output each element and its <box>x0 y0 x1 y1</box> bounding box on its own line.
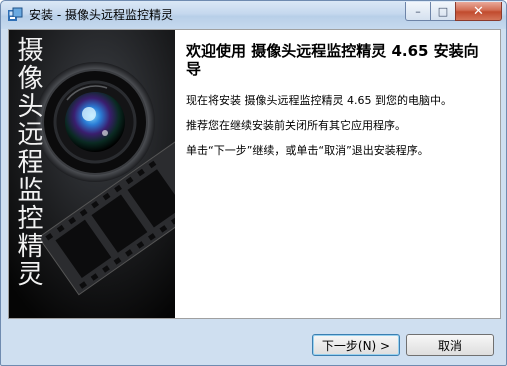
maximize-button[interactable]: □ <box>430 2 456 21</box>
minimize-icon: – <box>415 4 421 18</box>
minimize-button[interactable]: – <box>405 2 431 21</box>
close-icon: ✕ <box>473 3 484 19</box>
installer-app-icon <box>8 7 23 21</box>
cancel-button[interactable]: 取消 <box>406 334 494 356</box>
intro-text-install: 现在将安装 摄像头远程监控精灵 4.65 到您的电脑中。 <box>186 94 452 107</box>
close-button[interactable]: ✕ <box>455 2 502 21</box>
title-bar[interactable]: 安装 - 摄像头远程监控精灵 – □ ✕ <box>1 1 506 29</box>
maximize-icon: □ <box>437 4 449 18</box>
side-panel-title: 摄像头远程监控精灵 <box>13 36 43 288</box>
next-button[interactable]: 下一步(N) > <box>312 334 400 356</box>
installer-window: 安装 - 摄像头远程监控精灵 – □ ✕ 摄像头远程监控精灵 欢迎使用 摄像头远… <box>0 0 507 366</box>
window-title: 安装 - 摄像头远程监控精灵 <box>29 8 173 22</box>
intro-text-close-apps: 推荐您在继续安装前关闭所有其它应用程序。 <box>186 119 406 132</box>
wizard-content: 摄像头远程监控精灵 欢迎使用 摄像头远程监控精灵 4.65 安装向导 现在将安装… <box>8 29 501 319</box>
welcome-heading: 欢迎使用 摄像头远程监控精灵 4.65 安装向导 <box>186 42 479 78</box>
intro-text-instructions: 单击“下一步”继续，或单击“取消”退出安装程序。 <box>186 144 429 157</box>
wizard-side-image: 摄像头远程监控精灵 <box>9 30 175 318</box>
